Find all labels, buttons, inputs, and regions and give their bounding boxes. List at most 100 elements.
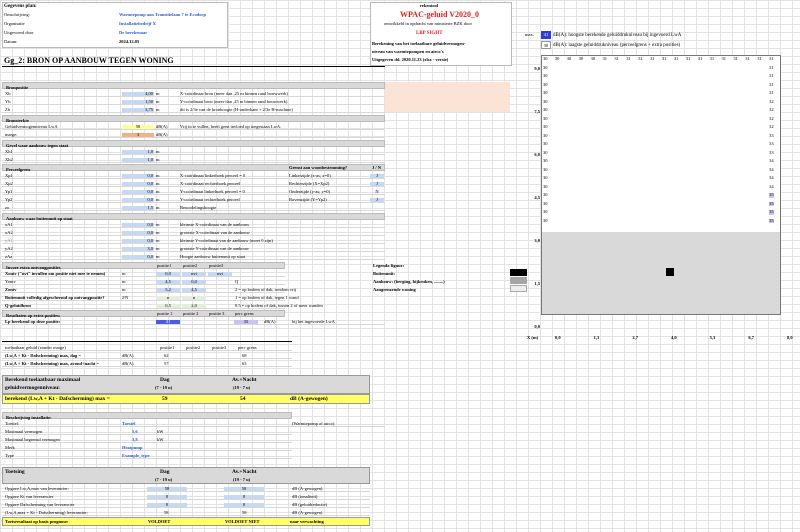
grid-value: 31 [745, 56, 750, 61]
row-side: Onderzijde (y-as; y=0) [289, 188, 331, 194]
row-input[interactable]: 3,0 [122, 246, 154, 251]
row-desc: 2 = op bodem of dak, rondom vrij [235, 286, 297, 292]
col-header: positie 2 [183, 310, 199, 316]
toets-input[interactable]: 58 [224, 486, 264, 491]
toets-title: Toetsing [5, 469, 25, 475]
row-label: (Lw,A + Kt - Dafscherming) max, avond+na… [5, 360, 100, 366]
pos-input[interactable]: nvt [182, 271, 206, 276]
plan-value[interactable]: 2024.12.05 [119, 39, 139, 45]
row-input[interactable]: 0,0 [122, 189, 154, 194]
grid-value: 30 [543, 56, 548, 61]
plan-info-header: Gegevens plan: [4, 4, 37, 9]
pos-input[interactable]: n [182, 295, 206, 300]
x-tick: 4,0 [671, 335, 677, 340]
row-label: Opgave Dafscherming van leverancier [5, 501, 75, 507]
toets-input[interactable]: 58 [147, 486, 187, 491]
plan-value[interactable]: De berekenaar [119, 30, 147, 36]
row-input[interactable]: 4,00 [122, 91, 154, 96]
yn-input[interactable]: J [370, 173, 384, 178]
row-desc: (Warmtepomp of airco) [292, 420, 335, 426]
col-header: positie1 [157, 262, 172, 268]
grid-value: 35 [769, 209, 774, 215]
toets-input[interactable]: 0 [147, 502, 187, 507]
row-unit: m [156, 253, 160, 259]
install-input[interactable]: 3,8 [132, 437, 138, 443]
pos-input[interactable]: 4,5 [182, 287, 206, 292]
row-input[interactable]: 1,0 [122, 149, 154, 154]
row-unit: m [156, 106, 160, 112]
marge-input[interactable]: 3 [122, 132, 154, 137]
row-input[interactable]: 1,5 [122, 205, 154, 210]
row-label: marge: [5, 131, 18, 137]
pos-input[interactable]: nvt [208, 271, 232, 276]
pos-input[interactable]: 0,0 [156, 271, 180, 276]
grid-value: 30 [543, 132, 548, 138]
table-row: Xp2 0,0 m X-coördinaat rechterhoek perce… [2, 180, 385, 187]
row-label: Zontv [5, 286, 17, 292]
pos-input[interactable]: 5,2 [156, 287, 180, 292]
plan-value[interactable]: Installatiebedrijf X [119, 21, 156, 27]
toets-input[interactable]: 0 [224, 502, 264, 507]
row-input[interactable]: 0,0 [122, 173, 154, 178]
row-input[interactable]: 1,0 [122, 157, 154, 162]
install-input[interactable]: 5,6 [132, 429, 138, 435]
install-input[interactable]: Heatpump [122, 445, 143, 451]
grid-value: 31 [673, 56, 679, 61]
install-input[interactable]: Toestel [122, 421, 135, 427]
pos-input[interactable]: n [156, 295, 180, 300]
row-input[interactable]: 0,0 [122, 222, 154, 227]
row-input[interactable]: 1,50 [122, 99, 154, 104]
row-input[interactable]: 0,0 [122, 181, 154, 186]
grid-value: 30 [543, 166, 548, 172]
toets-input[interactable]: 0 [224, 494, 264, 499]
grid-value: 30 [543, 90, 548, 95]
row-unit: dB(A) [122, 352, 134, 358]
plan-value[interactable]: Warmtepomp aan Transitielaan 7 te Ecodor… [119, 12, 206, 18]
row-desc: kleinste X-coördinaat van de aanbouw [180, 221, 250, 227]
row-unit: dB(A) [156, 131, 168, 137]
grid-value: 31 [638, 56, 643, 61]
row-unit: m [156, 98, 160, 104]
yn-input[interactable]: J [370, 181, 384, 186]
legend-item: Aangrenzende woning [373, 286, 416, 292]
yn-input[interactable]: J [370, 197, 384, 202]
pos-input[interactable]: 0,5 [156, 303, 180, 308]
grid-value: 30 [543, 158, 548, 163]
result-value: 35 [234, 319, 258, 324]
row-desc: kleinste Y-coördinaat van de aanbouw (mo… [180, 237, 273, 243]
row-label: xA1 [5, 221, 13, 227]
row-input[interactable]: 0,0 [122, 197, 154, 202]
pos-input[interactable]: 0,0 [182, 279, 206, 284]
row-side: Linkerzijde (x-as; x=0) [289, 172, 331, 178]
row-label: (Lw,A + Kt - Dafscherming) max, dag = [5, 352, 81, 358]
row-label: Lp berekend op deze positie: [5, 318, 61, 324]
legend-item: Buitenunit: [373, 270, 396, 276]
plan-label: Organisatie [4, 21, 25, 26]
toets-input[interactable]: 0 [147, 494, 187, 499]
row-label: xA2 [5, 229, 13, 235]
grid-value: 32 [769, 124, 774, 129]
grid-value: 32 [769, 107, 774, 112]
row-label: Q-geluidbron [5, 302, 31, 308]
row-input[interactable]: 0,0 [122, 254, 154, 259]
yn-input[interactable]: N [370, 189, 384, 195]
install-input[interactable]: Example_type [122, 453, 150, 459]
row-label: Xb [5, 90, 11, 96]
row-unit: J/N [122, 294, 129, 300]
grid-value: 31 [757, 56, 762, 61]
pos-input[interactable]: 4,5 [156, 279, 180, 284]
row-unit: m [122, 278, 126, 284]
row-value: 68 [242, 352, 247, 358]
row-input[interactable]: 0,0 [122, 230, 154, 235]
x-tick: 1,3 [593, 335, 600, 340]
row-input[interactable]: 0,0 [122, 238, 154, 243]
grid-value: 34 [769, 166, 774, 172]
lwa-input[interactable]: 58 [122, 124, 154, 129]
legend-max-text: dB(A): hoogste berekende geluiddruknivea… [553, 33, 682, 38]
pos-input[interactable]: 2,0 [182, 303, 206, 308]
row-desc: grootste Y-coördinaat van de aanbouw [180, 245, 250, 251]
legend-header: Legenda figuur: [373, 262, 405, 268]
table-row: Yp1 0,0 m Y-coördinaat linkerhoek percee… [2, 188, 385, 195]
row-input[interactable]: 3,75 [122, 107, 154, 112]
x-axis-label: X (m) [527, 335, 539, 340]
